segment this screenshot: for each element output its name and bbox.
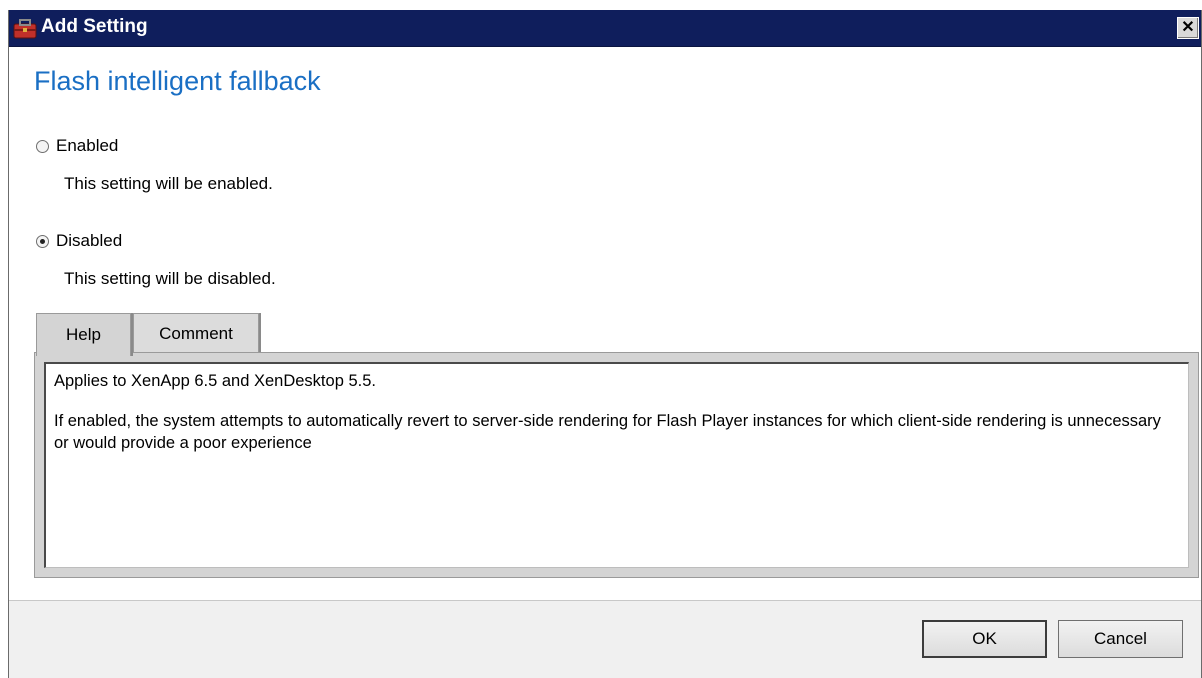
cancel-button-label: Cancel [1094, 629, 1147, 648]
disabled-radio-button[interactable] [36, 234, 49, 248]
title-bar[interactable]: Add Setting ✕ [9, 10, 1201, 47]
close-button[interactable]: ✕ [1177, 17, 1199, 39]
add-setting-dialog: Add Setting ✕ Flash intelligent fallback… [8, 10, 1202, 678]
enabled-description: This setting will be enabled. [64, 174, 273, 193]
close-icon: ✕ [1181, 19, 1195, 36]
help-applies-text: Applies to XenApp 6.5 and XenDesktop 5.5… [54, 372, 376, 390]
tab-comment[interactable]: Comment [133, 313, 259, 353]
ok-button[interactable]: OK [922, 620, 1047, 658]
help-text-box[interactable]: Applies to XenApp 6.5 and XenDesktop 5.5… [44, 362, 1189, 568]
help-description-text: If enabled, the system attempts to autom… [54, 412, 1161, 452]
enabled-radio-button[interactable] [36, 139, 49, 153]
disabled-radio-option[interactable]: Disabled [36, 231, 122, 251]
window-title: Add Setting [41, 16, 148, 37]
tab-help-label: Help [66, 325, 101, 344]
help-panel: Applies to XenApp 6.5 and XenDesktop 5.5… [34, 352, 1199, 578]
enabled-radio-option[interactable]: Enabled [36, 136, 118, 156]
tab-help[interactable]: Help [36, 313, 131, 356]
cancel-button[interactable]: Cancel [1058, 620, 1183, 658]
ok-button-label: OK [972, 629, 997, 648]
tab-comment-label: Comment [159, 323, 233, 343]
disabled-label: Disabled [56, 231, 123, 250]
settings-toolbox-icon [13, 19, 37, 39]
enabled-label: Enabled [56, 136, 119, 155]
disabled-description: This setting will be disabled. [64, 269, 276, 288]
setting-name: Flash intelligent fallback [34, 66, 321, 96]
